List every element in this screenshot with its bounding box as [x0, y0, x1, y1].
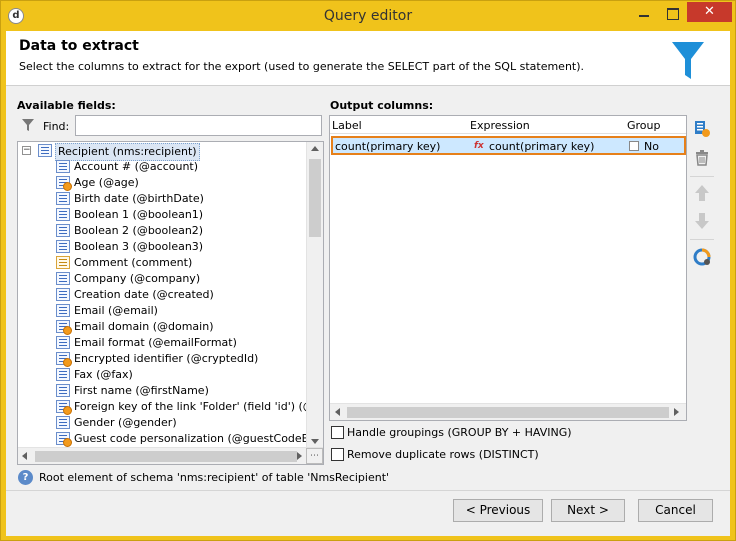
tree-item-label: First name (@firstName)	[74, 384, 209, 397]
field-icon	[56, 272, 70, 285]
tree-item-label: Company (@company)	[74, 272, 201, 285]
tree-item-label: Boolean 1 (@boolean1)	[74, 208, 204, 221]
row-expression: count(primary key)	[489, 140, 595, 153]
available-fields-label: Available fields:	[17, 99, 116, 112]
available-fields-tree[interactable]: − Recipient (nms:recipient) Account # (@…	[17, 141, 324, 465]
collapse-icon[interactable]: −	[22, 146, 31, 155]
row-group: No	[644, 140, 659, 153]
field-icon	[56, 384, 70, 397]
field-icon	[56, 224, 70, 237]
previous-button[interactable]: < Previous	[453, 499, 543, 522]
tree-item-label: Account # (@account)	[74, 160, 199, 173]
remove-duplicates-label[interactable]: Remove duplicate rows (DISTINCT)	[347, 448, 539, 461]
column-header-group[interactable]: Group	[627, 119, 661, 132]
output-columns-label: Output columns:	[330, 99, 434, 112]
column-header-expression[interactable]: Expression	[470, 119, 530, 132]
column-header-label[interactable]: Label	[332, 119, 362, 132]
distribution-chart-icon[interactable]	[692, 247, 712, 267]
tree-item-label: Age (@age)	[74, 176, 139, 189]
more-icon[interactable]: ⋯	[306, 448, 323, 464]
title-bar[interactable]: d Query editor ✕	[1, 1, 735, 31]
move-up-icon[interactable]	[692, 183, 712, 203]
tree-item-label: Gender (@gender)	[74, 416, 177, 429]
field-icon	[56, 416, 70, 429]
tree-item-label: Boolean 2 (@boolean2)	[74, 224, 204, 237]
scroll-up-icon[interactable]	[311, 146, 319, 151]
remove-duplicates-checkbox[interactable]	[331, 448, 344, 461]
minimize-button[interactable]	[631, 3, 657, 23]
scroll-right-icon[interactable]	[297, 452, 302, 460]
calculated-field-icon	[56, 320, 72, 335]
dialog-body: Data to extract Select the columns to ex…	[6, 31, 730, 536]
scroll-thumb[interactable]	[347, 407, 669, 418]
tree-item-label: Birth date (@birthDate)	[74, 192, 204, 205]
query-editor-window: d Query editor ✕ Data to extract Select …	[0, 0, 736, 541]
toolbar-divider	[690, 239, 714, 240]
tree-item-label: Boolean 3 (@boolean3)	[74, 240, 204, 253]
calculated-field-icon	[56, 352, 72, 367]
filter-icon	[22, 119, 34, 131]
output-row-selected[interactable]: count(primary key) fx count(primary key)…	[331, 136, 686, 155]
footer-divider	[6, 490, 730, 491]
tree-item-label: Fax (@fax)	[74, 368, 133, 381]
tree-item-label: Encrypted identifier (@cryptedId)	[74, 352, 259, 365]
group-checkbox[interactable]	[629, 141, 639, 151]
tree-vertical-scrollbar[interactable]	[306, 142, 323, 448]
tree-item-label: Email domain (@domain)	[74, 320, 214, 333]
row-label: count(primary key)	[335, 140, 441, 153]
field-icon	[56, 160, 70, 173]
expression-fx-icon: fx	[474, 141, 484, 151]
maximize-button[interactable]	[659, 3, 685, 23]
window-title: Query editor	[323, 8, 413, 24]
add-column-icon[interactable]	[692, 119, 712, 139]
schema-icon	[38, 144, 52, 157]
grid-header: Label Expression Group	[330, 116, 686, 134]
field-icon	[56, 192, 70, 205]
field-icon	[56, 336, 70, 349]
scroll-down-icon[interactable]	[311, 439, 319, 444]
status-text: Root element of schema 'nms:recipient' o…	[39, 471, 390, 484]
tree-item-label: Email format (@emailFormat)	[74, 336, 237, 349]
calculated-field-icon	[56, 432, 72, 447]
output-columns-grid[interactable]: Label Expression Group count(primary key…	[329, 115, 687, 421]
header-title: Data to extract	[19, 38, 139, 54]
grid-horizontal-scrollbar[interactable]	[330, 403, 686, 420]
memo-field-icon	[56, 256, 70, 269]
tree-item-label: Creation date (@created)	[74, 288, 214, 301]
help-icon: ?	[18, 470, 33, 485]
find-label: Find:	[43, 120, 70, 133]
tree-item-label: Email (@email)	[74, 304, 158, 317]
tree-item-label: Foreign key of the link 'Folder' (field …	[74, 400, 318, 413]
scroll-right-icon[interactable]	[674, 408, 679, 416]
dialog-header: Data to extract Select the columns to ex…	[6, 31, 730, 86]
field-icon	[56, 304, 70, 317]
field-icon	[56, 240, 70, 253]
move-down-icon[interactable]	[692, 211, 712, 231]
next-button[interactable]: Next >	[551, 499, 625, 522]
scroll-left-icon[interactable]	[335, 408, 340, 416]
delete-icon[interactable]	[692, 147, 712, 167]
tree-item-label: Guest code personalization (@guestCodeEx…	[74, 432, 323, 445]
field-icon	[56, 288, 70, 301]
calculated-field-icon	[56, 176, 72, 191]
toolbar-divider	[690, 176, 714, 177]
tree-horizontal-scrollbar[interactable]: ⋯	[18, 447, 323, 464]
header-subtitle: Select the columns to extract for the ex…	[19, 60, 585, 73]
find-input[interactable]	[75, 115, 322, 136]
scroll-thumb[interactable]	[309, 159, 321, 237]
scroll-left-icon[interactable]	[22, 452, 27, 460]
tree-item-label: Comment (comment)	[74, 256, 193, 269]
funnel-icon	[672, 42, 704, 79]
tree-root[interactable]: − Recipient (nms:recipient)	[18, 143, 308, 161]
scroll-thumb[interactable]	[35, 451, 297, 462]
close-button[interactable]: ✕	[687, 2, 732, 22]
cancel-button[interactable]: Cancel	[638, 499, 713, 522]
handle-groupings-checkbox[interactable]	[331, 426, 344, 439]
calculated-field-icon	[56, 400, 72, 415]
field-icon	[56, 208, 70, 221]
handle-groupings-label[interactable]: Handle groupings (GROUP BY + HAVING)	[347, 426, 572, 439]
field-icon	[56, 368, 70, 381]
